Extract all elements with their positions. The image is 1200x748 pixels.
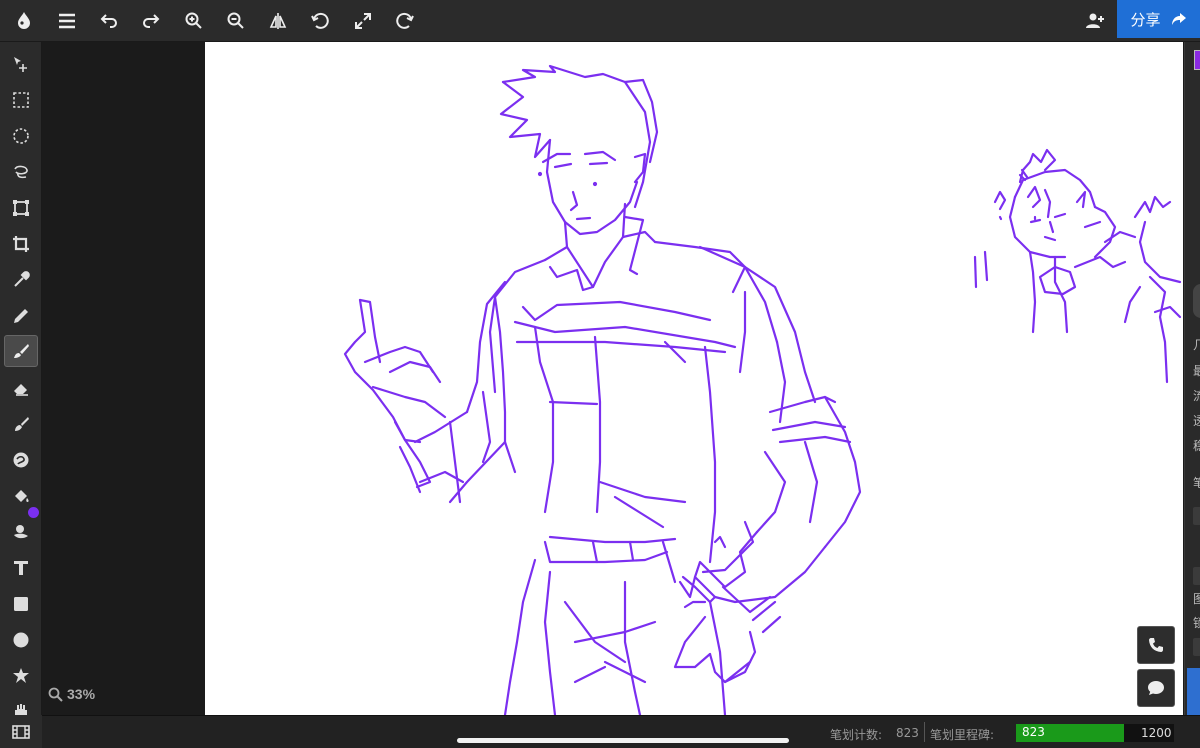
panel-label-3: 透 bbox=[1193, 412, 1200, 429]
lasso-tool[interactable] bbox=[4, 156, 38, 188]
paint-bucket-icon bbox=[15, 490, 29, 502]
move-tool[interactable] bbox=[4, 48, 38, 80]
zoom-indicator[interactable]: 33% bbox=[48, 686, 95, 702]
rectangle-icon bbox=[14, 597, 28, 611]
chat-icon bbox=[1148, 681, 1164, 695]
crop-icon bbox=[13, 236, 29, 252]
progress-value: 823 bbox=[1022, 725, 1045, 739]
transform-tool[interactable] bbox=[4, 192, 38, 224]
lasso-icon bbox=[14, 165, 28, 179]
home-indicator bbox=[457, 738, 789, 743]
status-divider bbox=[924, 722, 925, 742]
panel-field-1[interactable] bbox=[1193, 507, 1200, 525]
stroke-count-label: 笔划计数: bbox=[830, 728, 883, 742]
crop-tool[interactable] bbox=[4, 228, 38, 260]
undo-icon[interactable] bbox=[94, 7, 124, 35]
text-tool[interactable] bbox=[4, 552, 38, 584]
panel-label-2: 流 bbox=[1193, 387, 1200, 404]
ellipse-select-icon bbox=[13, 128, 29, 144]
sketch-artwork bbox=[343, 64, 1182, 715]
panel-label-5: 笔 bbox=[1193, 474, 1200, 491]
milestone-label: 笔划里程碑: bbox=[930, 728, 995, 742]
zoom-level: 33% bbox=[67, 686, 96, 702]
panel-label-6: 图 bbox=[1193, 590, 1200, 607]
ellipse-tool[interactable] bbox=[4, 624, 38, 656]
pencil-tool[interactable] bbox=[4, 300, 38, 332]
share-button[interactable]: 分享 bbox=[1117, 0, 1200, 38]
shape-tool[interactable] bbox=[4, 660, 38, 692]
share-label: 分享 bbox=[1130, 10, 1161, 29]
rotate-icon[interactable] bbox=[305, 7, 335, 35]
status-bar: 笔划计数: 823 笔划里程碑: 823 1200 bbox=[42, 715, 1200, 748]
ellipse-select-tool[interactable] bbox=[4, 120, 38, 152]
move-icon bbox=[14, 57, 27, 72]
shape-icon bbox=[13, 668, 29, 683]
redo-icon[interactable] bbox=[136, 7, 166, 35]
text-icon bbox=[14, 561, 28, 575]
menu-icon[interactable] bbox=[52, 7, 82, 35]
selected-layer[interactable] bbox=[1187, 668, 1200, 715]
pencil-icon bbox=[14, 309, 28, 323]
magnifier-icon bbox=[48, 687, 63, 702]
smudge-tool[interactable] bbox=[4, 408, 38, 440]
blend-tool[interactable] bbox=[4, 444, 38, 476]
fullscreen-icon[interactable] bbox=[348, 7, 378, 35]
app-logo-icon[interactable] bbox=[9, 7, 39, 35]
color-swatch[interactable] bbox=[1194, 50, 1200, 70]
chat-button[interactable] bbox=[1137, 669, 1175, 707]
add-user-icon[interactable] bbox=[1080, 7, 1110, 35]
panel-label-7: 锁 bbox=[1193, 614, 1200, 631]
share-arrow-icon bbox=[1171, 13, 1186, 25]
zoom-in-icon[interactable] bbox=[179, 7, 209, 35]
reset-rotate-icon[interactable] bbox=[390, 7, 420, 35]
eraser-icon bbox=[14, 384, 28, 396]
panel-label-1: 最 bbox=[1193, 362, 1200, 379]
timelapse-button[interactable] bbox=[0, 715, 42, 748]
ellipse-icon bbox=[13, 632, 29, 648]
panel-field-2[interactable] bbox=[1193, 567, 1200, 585]
film-icon bbox=[12, 724, 30, 739]
flip-icon[interactable] bbox=[263, 7, 293, 35]
rect-select-icon bbox=[13, 92, 29, 108]
zoom-out-icon[interactable] bbox=[221, 7, 251, 35]
panel-label-4: 稳 bbox=[1193, 437, 1200, 454]
panel-knob[interactable] bbox=[1193, 284, 1200, 318]
gradient-tool[interactable] bbox=[4, 516, 38, 548]
drawing-canvas[interactable] bbox=[205, 42, 1183, 715]
brush-tool[interactable] bbox=[4, 335, 38, 367]
smudge-icon bbox=[15, 417, 29, 431]
blend-icon bbox=[13, 452, 29, 468]
eyedropper-tool[interactable] bbox=[4, 264, 38, 296]
fill-tool[interactable] bbox=[4, 480, 38, 512]
voice-call-button[interactable] bbox=[1137, 626, 1175, 664]
eraser-tool[interactable] bbox=[4, 372, 38, 404]
gradient-icon bbox=[14, 525, 28, 539]
stroke-count-value: 823 bbox=[896, 726, 919, 740]
panel-field-3[interactable] bbox=[1193, 638, 1200, 656]
panel-label-0: 几 bbox=[1193, 336, 1200, 353]
rect-select-tool[interactable] bbox=[4, 84, 38, 116]
top-toolbar: 分享 bbox=[0, 0, 1200, 42]
tool-rail bbox=[0, 42, 42, 748]
brush-icon bbox=[14, 344, 29, 358]
eyedropper-icon bbox=[14, 271, 30, 287]
transform-icon bbox=[13, 200, 29, 216]
phone-icon bbox=[1149, 638, 1163, 652]
progress-max: 1200 bbox=[1141, 726, 1172, 740]
rectangle-tool[interactable] bbox=[4, 588, 38, 620]
right-panel: 几 最 流 透 稳 笔 图 锁 bbox=[1184, 42, 1200, 715]
